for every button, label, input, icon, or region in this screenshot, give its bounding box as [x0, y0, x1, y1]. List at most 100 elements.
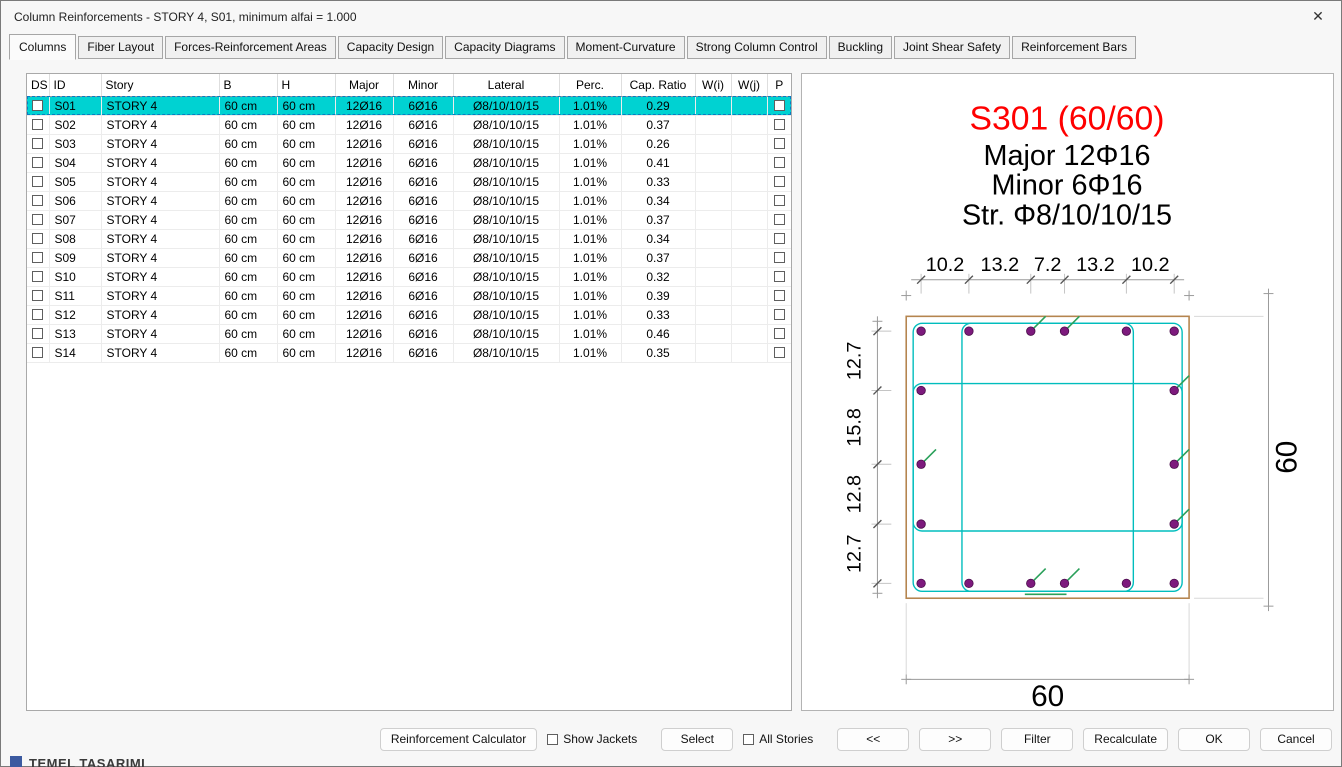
table-row-s04[interactable]: S04STORY 460 cm60 cm12Ø166Ø16Ø8/10/10/15… — [27, 153, 791, 172]
filter-button[interactable]: Filter — [1001, 728, 1073, 751]
next-button[interactable]: >> — [919, 728, 991, 751]
tab-capacity-design[interactable]: Capacity Design — [338, 36, 443, 59]
table-row-s05[interactable]: S05STORY 460 cm60 cm12Ø166Ø16Ø8/10/10/15… — [27, 172, 791, 191]
close-button[interactable]: ✕ — [1295, 2, 1341, 32]
drawing-minor-label: Minor 6Φ16 — [992, 170, 1143, 202]
column-header-minor[interactable]: Minor — [393, 74, 453, 96]
column-header-cap-ratio[interactable]: Cap. Ratio — [621, 74, 695, 96]
column-header-h[interactable]: H — [277, 74, 335, 96]
column-header-major[interactable]: Major — [335, 74, 393, 96]
cell-wj-cell — [731, 134, 767, 153]
tab-reinforcement-bars[interactable]: Reinforcement Bars — [1012, 36, 1136, 59]
p-checkbox[interactable] — [774, 100, 785, 111]
cell-h-cell: 60 cm — [277, 153, 335, 172]
table-row-s06[interactable]: S06STORY 460 cm60 cm12Ø166Ø16Ø8/10/10/15… — [27, 191, 791, 210]
p-checkbox[interactable] — [774, 271, 785, 282]
cell-cap-ratio-cell: 0.37 — [621, 248, 695, 267]
ds-checkbox[interactable] — [32, 271, 43, 282]
table-row-s10[interactable]: S10STORY 460 cm60 cm12Ø166Ø16Ø8/10/10/15… — [27, 267, 791, 286]
column-header-b[interactable]: B — [219, 74, 277, 96]
cell-id-cell: S01 — [49, 96, 101, 115]
p-checkbox[interactable] — [774, 252, 785, 263]
show-jackets-label[interactable]: Show Jackets — [563, 732, 637, 746]
all-stories-label[interactable]: All Stories — [759, 732, 813, 746]
tab-buckling[interactable]: Buckling — [829, 36, 892, 59]
ds-checkbox[interactable] — [32, 328, 43, 339]
tab-fiber-layout[interactable]: Fiber Layout — [78, 36, 163, 59]
p-checkbox[interactable] — [774, 157, 785, 168]
table-row-s12[interactable]: S12STORY 460 cm60 cm12Ø166Ø16Ø8/10/10/15… — [27, 305, 791, 324]
ds-checkbox[interactable] — [32, 214, 43, 225]
p-checkbox[interactable] — [774, 119, 785, 130]
table-row-s03[interactable]: S03STORY 460 cm60 cm12Ø166Ø16Ø8/10/10/15… — [27, 134, 791, 153]
column-header-lateral[interactable]: Lateral — [453, 74, 559, 96]
tab-moment-curvature[interactable]: Moment-Curvature — [567, 36, 685, 59]
cancel-button[interactable]: Cancel — [1260, 728, 1332, 751]
p-checkbox[interactable] — [774, 233, 785, 244]
p-checkbox[interactable] — [774, 195, 785, 206]
ds-checkbox[interactable] — [32, 100, 43, 111]
ok-button[interactable]: OK — [1178, 728, 1250, 751]
table-row-s14[interactable]: S14STORY 460 cm60 cm12Ø166Ø16Ø8/10/10/15… — [27, 343, 791, 362]
ds-checkbox-cell — [27, 305, 49, 324]
ds-checkbox[interactable] — [32, 309, 43, 320]
table-row-s11[interactable]: S11STORY 460 cm60 cm12Ø166Ø16Ø8/10/10/15… — [27, 286, 791, 305]
ds-checkbox[interactable] — [32, 347, 43, 358]
all-stories-group: All Stories — [743, 732, 813, 746]
rebar — [1170, 460, 1179, 469]
ds-checkbox[interactable] — [32, 233, 43, 244]
p-checkbox[interactable] — [774, 214, 785, 225]
cell-lateral-cell: Ø8/10/10/15 — [453, 96, 559, 115]
column-header-w-i-[interactable]: W(i) — [695, 74, 731, 96]
table-row-s07[interactable]: S07STORY 460 cm60 cm12Ø166Ø16Ø8/10/10/15… — [27, 210, 791, 229]
column-header-w-j-[interactable]: W(j) — [731, 74, 767, 96]
tab-capacity-diagrams[interactable]: Capacity Diagrams — [445, 36, 564, 59]
ds-checkbox[interactable] — [32, 157, 43, 168]
tab-forces-reinforcement-areas[interactable]: Forces-Reinforcement Areas — [165, 36, 336, 59]
p-checkbox[interactable] — [774, 328, 785, 339]
column-header-p[interactable]: P — [767, 74, 791, 96]
table-row-s01[interactable]: S01STORY 460 cm60 cm12Ø166Ø16Ø8/10/10/15… — [27, 96, 791, 115]
p-checkbox[interactable] — [774, 347, 785, 358]
cell-lateral-cell: Ø8/10/10/15 — [453, 115, 559, 134]
rebar — [1027, 327, 1036, 336]
cell-wi-cell — [695, 172, 731, 191]
table-row-s02[interactable]: S02STORY 460 cm60 cm12Ø166Ø16Ø8/10/10/15… — [27, 115, 791, 134]
ds-checkbox[interactable] — [32, 290, 43, 301]
ds-checkbox[interactable] — [32, 176, 43, 187]
p-checkbox-cell — [767, 324, 791, 343]
table-row-s08[interactable]: S08STORY 460 cm60 cm12Ø166Ø16Ø8/10/10/15… — [27, 229, 791, 248]
p-checkbox[interactable] — [774, 138, 785, 149]
rebar — [1170, 386, 1179, 395]
table-row-s09[interactable]: S09STORY 460 cm60 cm12Ø166Ø16Ø8/10/10/15… — [27, 248, 791, 267]
ds-checkbox[interactable] — [32, 252, 43, 263]
cell-wi-cell — [695, 115, 731, 134]
tab-joint-shear-safety[interactable]: Joint Shear Safety — [894, 36, 1010, 59]
reinforcement-calculator-button[interactable]: Reinforcement Calculator — [380, 728, 537, 751]
p-checkbox[interactable] — [774, 176, 785, 187]
previous-button[interactable]: << — [837, 728, 909, 751]
column-header-perc-[interactable]: Perc. — [559, 74, 621, 96]
top-dim-1: 13.2 — [981, 254, 1020, 276]
drawing-major-label: Major 12Φ16 — [984, 140, 1151, 172]
cell-minor-cell: 6Ø16 — [393, 267, 453, 286]
all-stories-checkbox[interactable] — [743, 734, 754, 745]
recalculate-button[interactable]: Recalculate — [1083, 728, 1168, 751]
ds-checkbox[interactable] — [32, 119, 43, 130]
titlebar[interactable]: Column Reinforcements - STORY 4, S01, mi… — [1, 1, 1341, 32]
table-row-s13[interactable]: S13STORY 460 cm60 cm12Ø166Ø16Ø8/10/10/15… — [27, 324, 791, 343]
p-checkbox-cell — [767, 96, 791, 115]
ds-checkbox[interactable] — [32, 138, 43, 149]
cell-wj-cell — [731, 115, 767, 134]
tab-columns[interactable]: Columns — [9, 34, 76, 60]
ds-checkbox[interactable] — [32, 195, 43, 206]
cell-story-cell: STORY 4 — [101, 210, 219, 229]
show-jackets-checkbox[interactable] — [547, 734, 558, 745]
p-checkbox[interactable] — [774, 290, 785, 301]
column-header-story[interactable]: Story — [101, 74, 219, 96]
column-header-ds[interactable]: DS — [27, 74, 49, 96]
tab-strong-column-control[interactable]: Strong Column Control — [687, 36, 827, 59]
column-header-id[interactable]: ID — [49, 74, 101, 96]
p-checkbox[interactable] — [774, 309, 785, 320]
select-button[interactable]: Select — [661, 728, 733, 751]
